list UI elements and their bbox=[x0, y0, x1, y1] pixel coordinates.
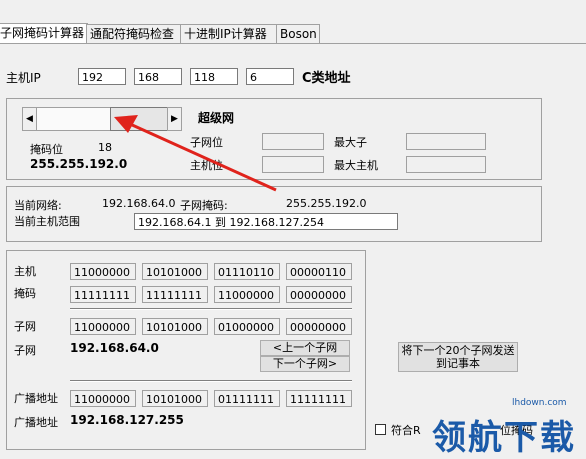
watermark-url: lhdown.com bbox=[512, 398, 567, 408]
annotation-arrow-icon bbox=[114, 115, 277, 192]
watermark-logo: 领航下载 bbox=[432, 418, 576, 458]
